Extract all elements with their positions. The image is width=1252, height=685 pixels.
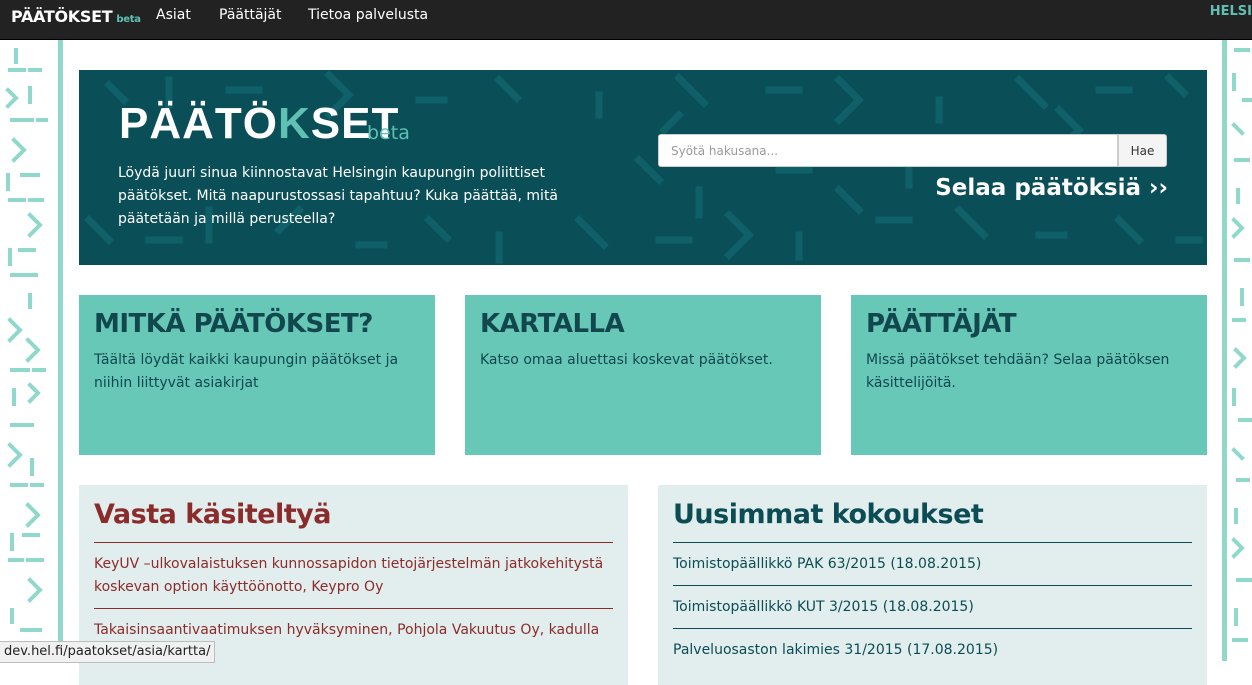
search-input[interactable] (658, 134, 1118, 167)
box-text: Katso omaa aluettasi koskevat päätökset. (480, 352, 773, 368)
top-navbar: PÄÄTÖKSET beta Asiat Päättäjät Tietoa pal… (0, 0, 1252, 40)
latest-meetings-list: Toimistopäällikkö PAK 63/2015 (18.08.201… (673, 542, 1192, 671)
latest-meetings-title: Uusimmat kokoukset (673, 499, 984, 530)
box-title: KARTALLA (480, 309, 625, 339)
list-item[interactable]: Toimistopäällikkö KUT 3/2015 (18.08.2015… (673, 585, 1192, 628)
box-kartalla[interactable]: KARTALLA Katso omaa aluettasi koskevat p… (465, 295, 821, 455)
helsinki-link[interactable]: HELSI (1210, 4, 1252, 19)
logo-k-mark: K (278, 99, 311, 148)
box-text: Täältä löydät kaikki kaupungin päätökset… (94, 352, 399, 391)
recent-decisions-title: Vasta käsiteltyä (94, 499, 331, 530)
list-item[interactable]: KeyUV –ulkovalaistuksen kunnossapidon ti… (94, 542, 613, 608)
list-item[interactable]: Toimistopäällikkö PAK 63/2015 (18.08.201… (673, 542, 1192, 585)
box-title: PÄÄTTÄJÄT (866, 309, 1017, 339)
box-mitka-paatokset[interactable]: MITKÄ PÄÄTÖKSET? Täältä löydät kaikki ka… (79, 295, 435, 455)
right-decoration (1222, 40, 1252, 661)
nav-link-asiat[interactable]: Asiat (156, 7, 191, 23)
left-pattern-icon (5, 40, 63, 661)
search-form: Hae (658, 134, 1167, 167)
box-text: Missä päätökset tehdään? Selaa päätöksen… (866, 352, 1170, 391)
box-paattajat[interactable]: PÄÄTTÄJÄT Missä päätökset tehdään? Selaa… (851, 295, 1207, 455)
brand-name: PÄÄTÖKSET (11, 7, 113, 26)
right-pattern-icon (1222, 40, 1252, 661)
nav-link-tietoa-palvelusta[interactable]: Tietoa palvelusta (308, 7, 428, 23)
list-item[interactable]: Palveluosaston lakimies 31/2015 (17.08.2… (673, 628, 1192, 671)
nav-link-paattajat[interactable]: Päättäjät (219, 7, 282, 23)
hero-description: Löydä juuri sinua kiinnostavat Helsingin… (118, 165, 559, 227)
logo-text-left: PÄÄTÖ (119, 99, 278, 148)
brand-link[interactable]: PÄÄTÖKSET beta (11, 7, 141, 26)
logo-beta-label: beta (367, 122, 410, 144)
hero-banner: PÄÄTÖKSET beta Löydä juuri sinua kiinnos… (79, 70, 1207, 265)
brand-beta-label: beta (116, 14, 141, 25)
latest-meetings-panel: Uusimmat kokoukset Toimistopäällikkö PAK… (658, 485, 1207, 685)
browser-status-bar: dev.hel.fi/paatokset/asia/kartta/ (0, 641, 216, 663)
left-decoration (0, 40, 64, 661)
search-button[interactable]: Hae (1118, 134, 1167, 167)
box-title: MITKÄ PÄÄTÖKSET? (94, 309, 373, 339)
hero-logo: PÄÄTÖKSET (119, 100, 399, 148)
browse-decisions-link[interactable]: Selaa päätöksiä ›› (935, 175, 1168, 201)
